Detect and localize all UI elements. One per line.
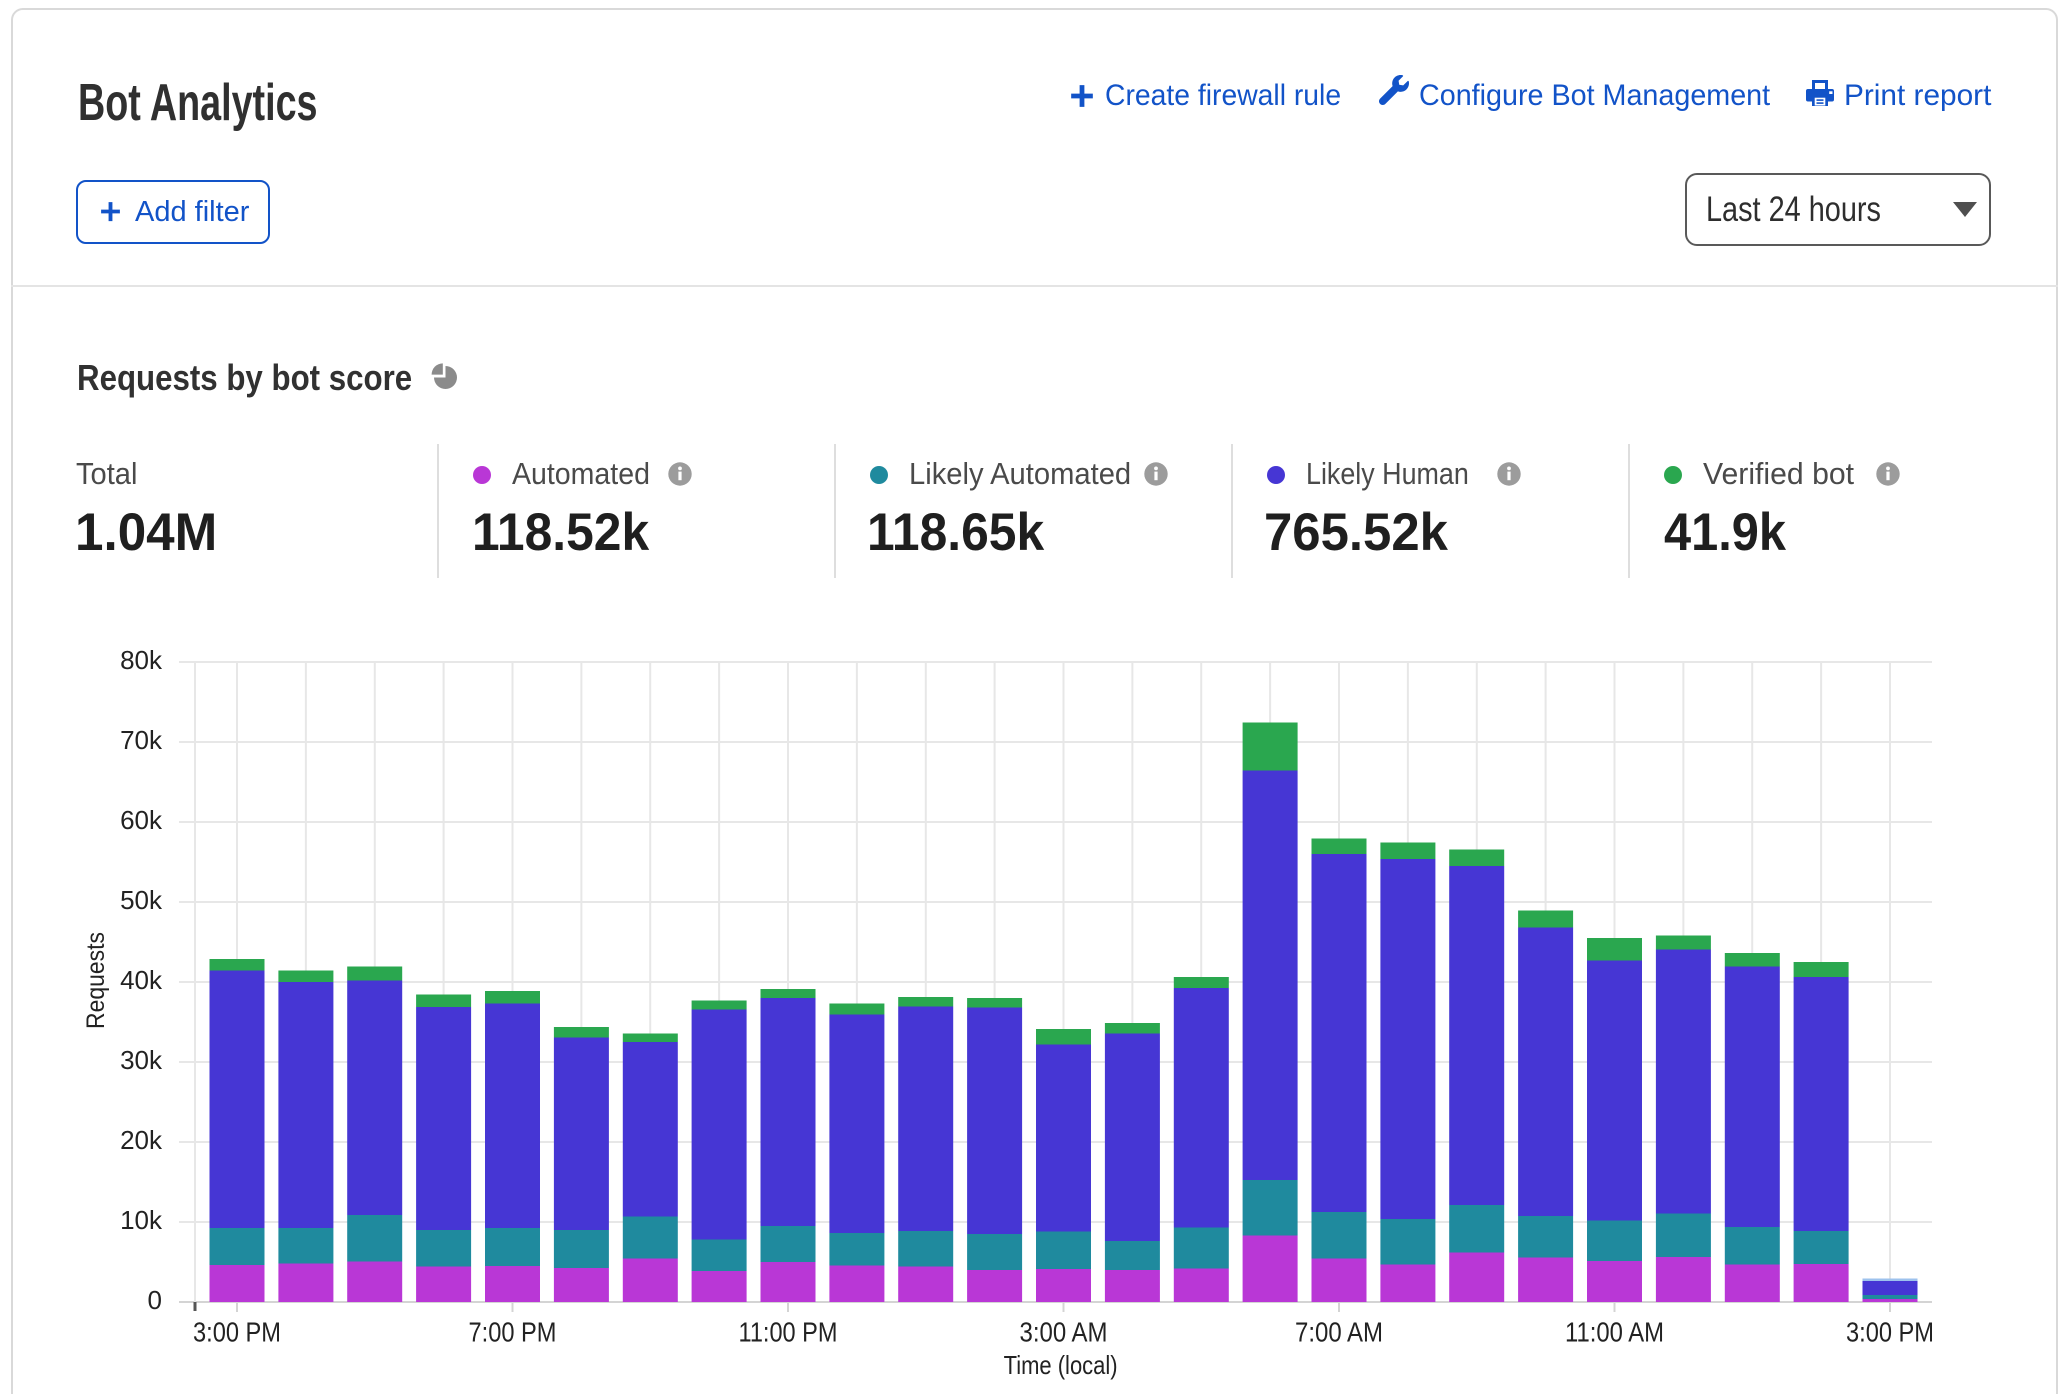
svg-text:3:00 PM: 3:00 PM — [193, 1317, 281, 1348]
svg-text:20k: 20k — [120, 1125, 163, 1155]
svg-text:50k: 50k — [120, 885, 163, 915]
svg-text:11:00 PM: 11:00 PM — [739, 1317, 838, 1348]
svg-text:7:00 PM: 7:00 PM — [469, 1317, 557, 1348]
svg-text:40k: 40k — [120, 965, 163, 995]
svg-text:Time (local): Time (local) — [1004, 1350, 1118, 1380]
svg-text:10k: 10k — [120, 1205, 163, 1235]
svg-text:Requests: Requests — [82, 932, 110, 1029]
svg-text:3:00 AM: 3:00 AM — [1020, 1317, 1108, 1348]
svg-text:7:00 AM: 7:00 AM — [1295, 1317, 1383, 1348]
svg-text:70k: 70k — [120, 725, 163, 755]
svg-text:3:00 PM: 3:00 PM — [1846, 1317, 1934, 1348]
svg-text:60k: 60k — [120, 805, 163, 835]
svg-text:80k: 80k — [120, 645, 163, 675]
svg-text:30k: 30k — [120, 1045, 163, 1075]
svg-text:0: 0 — [148, 1285, 162, 1315]
svg-text:11:00 AM: 11:00 AM — [1565, 1317, 1664, 1348]
